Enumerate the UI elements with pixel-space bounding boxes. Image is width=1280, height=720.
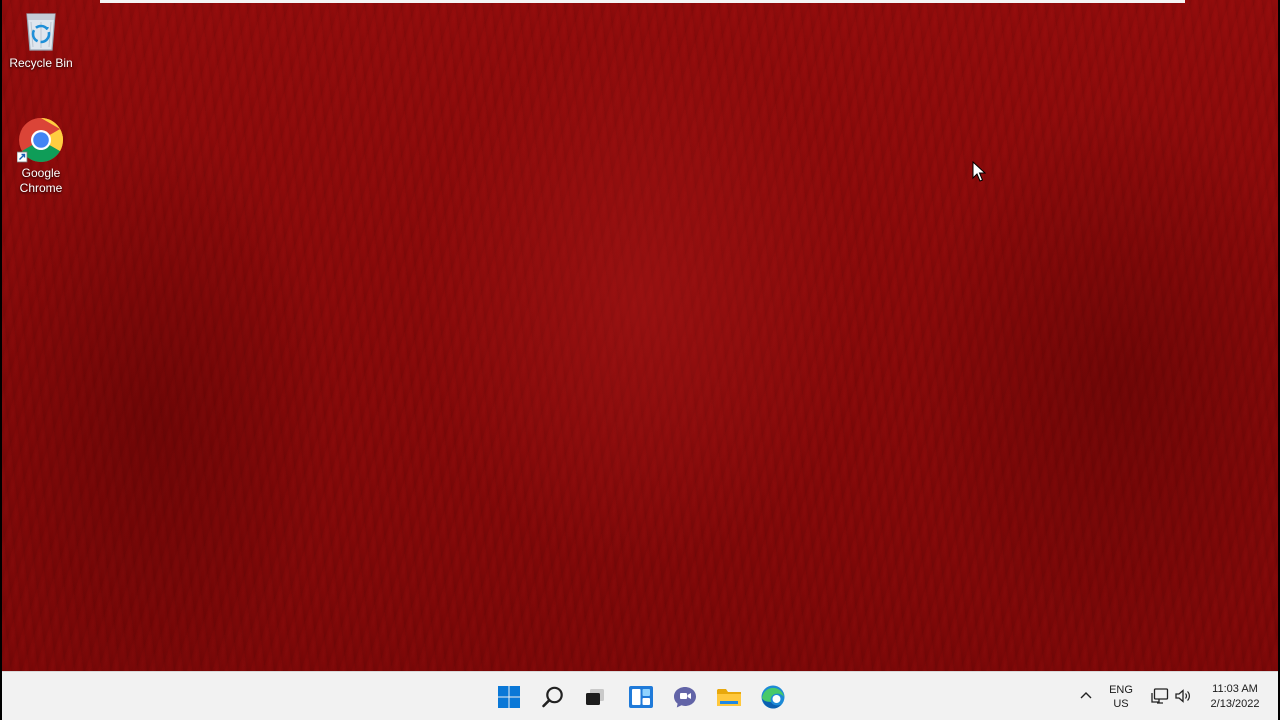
search-button[interactable] <box>536 680 570 714</box>
task-view-button[interactable] <box>578 680 612 714</box>
chat-button[interactable] <box>668 680 702 714</box>
start-button[interactable] <box>492 680 526 714</box>
language-indicator[interactable]: ENG US <box>1104 683 1138 711</box>
clock-time: 11:03 AM <box>1212 683 1258 695</box>
region-code: US <box>1113 698 1129 710</box>
mouse-cursor-icon <box>972 161 986 182</box>
clock[interactable]: 11:03 AM 2/13/2022 <box>1198 682 1272 712</box>
volume-control[interactable] <box>1174 687 1192 705</box>
edge-icon <box>761 685 785 709</box>
desktop-icon-google-chrome[interactable]: Google Chrome <box>3 116 79 196</box>
network-status[interactable] <box>1151 687 1169 705</box>
widgets-button[interactable] <box>624 680 658 714</box>
taskbar: ENG US 11:03 AM 2/13/2022 <box>2 671 1278 720</box>
volume-icon <box>1175 689 1190 703</box>
clock-date: 2/13/2022 <box>1210 698 1260 710</box>
desktop-icon-label: Google Chrome <box>19 166 63 195</box>
chevron-up-icon <box>1080 692 1092 699</box>
desktop[interactable]: Recycle Bin Google Chrome <box>2 0 1278 671</box>
screen: Recycle Bin Google Chrome ENG US 11:03 A… <box>0 0 1280 720</box>
file-explorer-icon <box>717 689 741 706</box>
edge-button[interactable] <box>756 680 790 714</box>
recycle-bin-icon <box>26 13 56 51</box>
search-icon <box>542 686 563 708</box>
file-explorer-button[interactable] <box>712 680 746 714</box>
network-icon <box>1151 688 1169 704</box>
desktop-icon-label: Recycle Bin <box>9 56 73 70</box>
task-view-icon <box>586 689 604 705</box>
show-hidden-icons-button[interactable] <box>1079 688 1093 702</box>
chat-icon <box>674 687 696 708</box>
desktop-icon-recycle-bin[interactable]: Recycle Bin <box>3 6 79 71</box>
language-code: ENG <box>1109 684 1133 696</box>
window-edge <box>100 0 1185 3</box>
widgets-icon <box>629 686 653 708</box>
chrome-icon <box>17 118 63 163</box>
windows-start-icon <box>498 686 520 708</box>
